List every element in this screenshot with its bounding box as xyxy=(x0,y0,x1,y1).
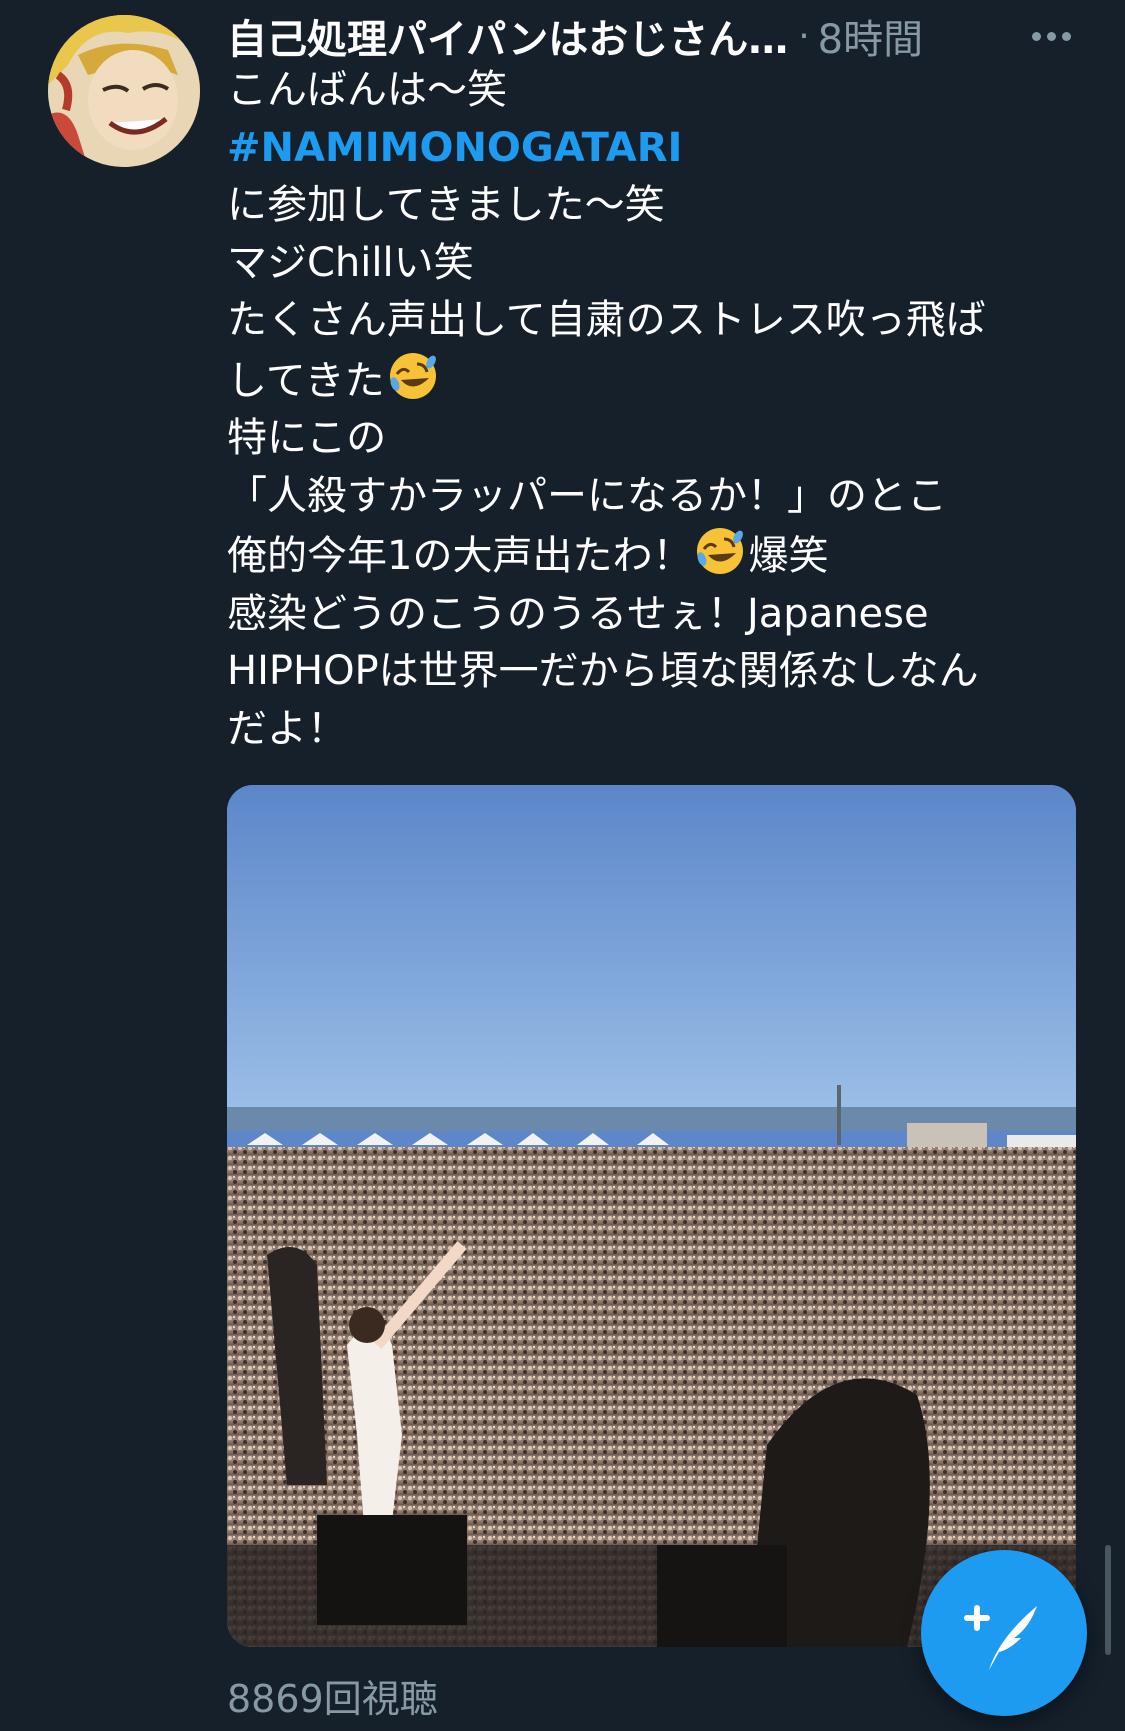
header-separator: · xyxy=(798,15,810,57)
tweet-line: してきた xyxy=(227,357,385,404)
rofl-emoji-icon xyxy=(697,528,744,574)
tweet-line: 爆笑 xyxy=(748,533,829,579)
tweet-line: 「人殺すかラッパーになるか！」のとこ xyxy=(227,472,947,519)
rofl-emoji-icon xyxy=(389,352,436,399)
scrollbar[interactable] xyxy=(1105,1545,1111,1655)
tweet-time[interactable]: 8時間 xyxy=(818,7,923,65)
compose-tweet-icon xyxy=(964,1605,1037,1670)
display-name[interactable]: 自己処理パイパンはおじさん… xyxy=(227,7,788,65)
tweet-line: たくさん声出して自粛のストレス吹っ飛ば xyxy=(227,297,986,343)
tweet-header: 自己処理パイパンはおじさん… · 8時間 xyxy=(227,8,1087,64)
tweet-line: 特にこの xyxy=(227,415,387,461)
avatar[interactable] xyxy=(48,15,200,167)
video-player[interactable] xyxy=(227,785,1076,1647)
tweet-line: こんばんは〜笑 xyxy=(227,67,507,113)
view-count: 8869回視聴 xyxy=(227,1677,438,1721)
compose-tweet-button[interactable] xyxy=(921,1550,1087,1716)
more-dots-icon[interactable] xyxy=(1028,22,1074,50)
hashtag-link[interactable]: #NAMIMONOGATARI xyxy=(227,125,682,171)
tweet[interactable]: 自己処理パイパンはおじさん… · 8時間 こんばんは〜笑 #NAMIMONOGA… xyxy=(0,0,1125,1731)
tweet-line: に参加してきました〜笑 xyxy=(227,182,665,228)
tweet-line: 俺的今年1の大声出たわ！ xyxy=(227,533,693,579)
tweet-line: HIPHOPは世界一だから頃な関係なしなん xyxy=(227,648,979,694)
tweet-body: こんばんは〜笑 #NAMIMONOGATARI に参加してきました〜笑 マジCh… xyxy=(227,62,1087,758)
tweet-line: だよ！ xyxy=(227,705,347,752)
tweet-line: マジChillい笑 xyxy=(227,239,474,286)
tweet-line: 感染どうのこうのうるせぇ！Japanese xyxy=(227,590,929,637)
